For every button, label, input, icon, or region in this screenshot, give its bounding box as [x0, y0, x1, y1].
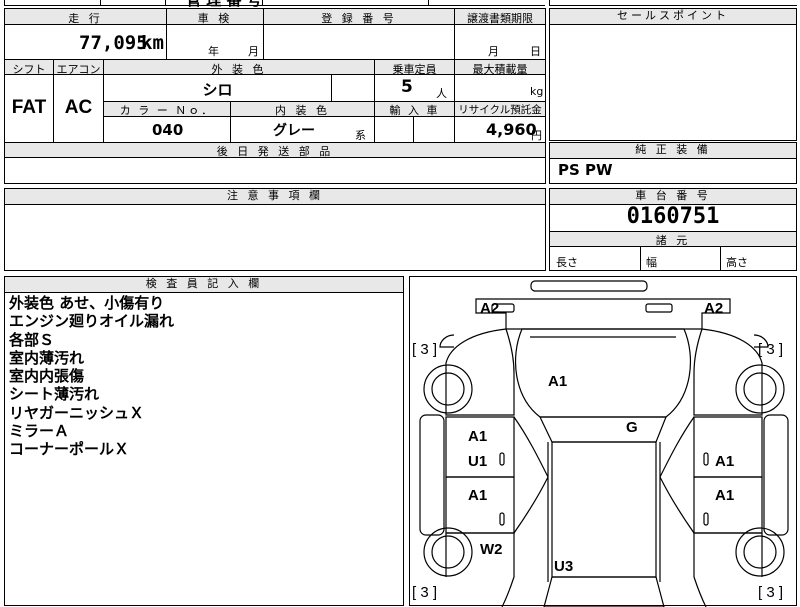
label-trunk: U3 — [554, 558, 574, 575]
dim-height-label: 高さ — [726, 256, 748, 269]
inspector-note: シート薄汚れ — [9, 385, 100, 404]
shaken-month: 月 — [248, 45, 259, 58]
top-strip: 管 理 番 号 — [0, 0, 800, 9]
exterior-color-header: 外 装 色 — [211, 63, 267, 76]
interior-color-suffix: 系 — [355, 129, 366, 142]
equipment-header: 純 正 装 備 — [550, 143, 796, 159]
vehicle-info-table: 走 行 車 検 登 録 番 号 譲渡書類期限 77,095 km 年 月 月 日… — [4, 8, 546, 184]
label-a2-right: A2 — [704, 300, 724, 317]
transfer-header: 譲渡書類期限 — [467, 12, 533, 25]
recycle-unit: 円 — [531, 129, 542, 142]
chassis-header: 車 台 番 号 — [550, 189, 796, 205]
shaken-header: 車 検 — [197, 12, 233, 25]
inspector-note: 各部Ｓ — [9, 330, 55, 349]
notes-header: 注 意 事 項 欄 — [5, 189, 545, 205]
inspector-header: 検 査 員 記 入 欄 — [5, 277, 403, 293]
label-front-door-r: A1 — [715, 453, 735, 470]
equipment-value: PS PW — [558, 161, 613, 179]
label-tread-rr: [ 3 ] — [758, 584, 784, 601]
inspector-box: 検 査 員 記 入 欄 外装色 あせ、小傷有り エンジン廻りオイル漏れ 各部Ｓ … — [4, 276, 404, 606]
shift-header: シフト — [12, 63, 46, 76]
inspector-note: 外装色 あせ、小傷有り — [9, 294, 165, 312]
exterior-color-value: シロ — [202, 81, 233, 99]
recycle-header: リサイクル預託金 — [458, 104, 542, 116]
capacity-header: 乗車定員 — [392, 63, 437, 76]
color-no-value: 040 — [152, 121, 184, 139]
inspector-note: コーナーポールＸ — [9, 440, 130, 459]
label-rear-door-r: A1 — [715, 487, 735, 504]
inspector-note: エンジン廻りオイル漏れ — [9, 312, 175, 331]
transfer-month: 月 — [488, 45, 499, 58]
sales-point-header: セールスポイント — [550, 9, 796, 25]
mileage-value: 77,095 — [79, 32, 148, 54]
aircon-header: エアコン — [56, 63, 101, 76]
label-rear-fender-l: W2 — [480, 541, 503, 558]
later-parts-header: 後 日 発 送 部 品 — [216, 145, 334, 158]
inspector-notes: 外装色 あせ、小傷有り エンジン廻りオイル漏れ 各部Ｓ 室内薄汚れ 室内内張傷 … — [9, 294, 174, 459]
recycle-value: 4,960 — [486, 120, 537, 139]
chassis-box: 車 台 番 号 0160751 諸 元 長さ 幅 高さ — [549, 188, 797, 271]
inspector-note: ミラーＡ — [9, 422, 70, 441]
label-hood: A1 — [548, 373, 568, 390]
shaken-year: 年 — [208, 45, 219, 58]
max-load-unit: kg — [530, 85, 544, 98]
capacity-value: 5 — [401, 77, 413, 97]
label-rear-door-l: A1 — [468, 487, 488, 504]
dim-length-label: 長さ — [556, 256, 578, 269]
dimensions-header: 諸 元 — [655, 234, 691, 247]
label-front-door-l2: U1 — [468, 453, 488, 470]
mileage-unit: km — [141, 32, 164, 54]
label-roof: G — [626, 419, 638, 436]
chassis-value: 0160751 — [626, 204, 720, 229]
equipment-box: 純 正 装 備 PS PW — [549, 142, 797, 184]
capacity-unit: 人 — [436, 87, 447, 100]
label-a2-left: A2 — [480, 300, 500, 317]
aircon-value: AC — [64, 97, 93, 118]
inspector-note: 室内内張傷 — [9, 367, 85, 386]
inspector-note: リヤガーニッシュＸ — [9, 403, 145, 422]
shift-value: FAT — [11, 97, 47, 118]
label-tread-rl: [ 3 ] — [412, 584, 438, 601]
label-tread-fr: [ 3 ] — [758, 341, 784, 358]
dim-width-label: 幅 — [646, 256, 657, 269]
interior-color-header: 内 装 色 — [275, 104, 330, 117]
interior-color-value: グレー — [273, 123, 315, 139]
damage-diagram: A2 A2 [ 3 ] [ 3 ] [ 3 ] [ 3 ] A1 G A1 U1… — [409, 276, 797, 607]
mileage-header: 走 行 — [68, 12, 103, 25]
label-front-door-l1: A1 — [468, 428, 488, 445]
sales-point-box: セールスポイント — [549, 8, 797, 141]
transfer-day: 日 — [530, 45, 541, 58]
registration-header: 登 録 番 号 — [321, 12, 397, 25]
color-no-header: カ ラ ー Ｎｏ． — [119, 104, 215, 117]
import-header: 輸 入 車 — [389, 104, 440, 117]
inspector-note: 室内薄汚れ — [9, 348, 85, 367]
max-load-header: 最大積載量 — [472, 63, 528, 76]
notes-box: 注 意 事 項 欄 — [4, 188, 546, 271]
label-tread-fl: [ 3 ] — [412, 341, 438, 358]
